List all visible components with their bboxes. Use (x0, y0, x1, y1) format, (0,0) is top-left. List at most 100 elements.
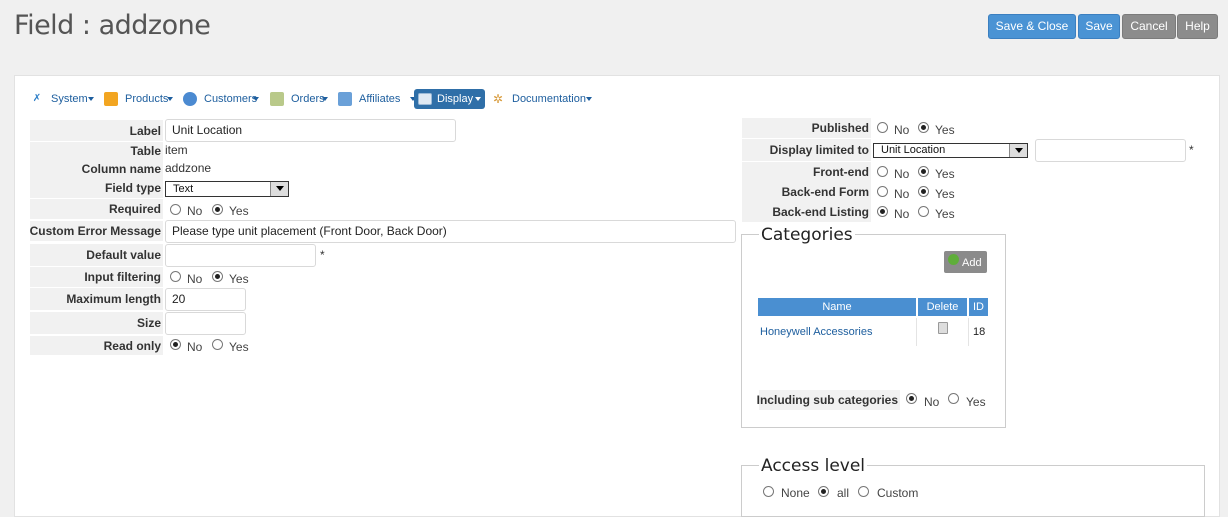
chevron-down-icon (586, 97, 592, 101)
size-field-label: Size (30, 312, 163, 334)
including-sub-no-label: No (924, 395, 940, 409)
column-name-field-label: Column name (30, 160, 163, 178)
backend-listing-no-label: No (894, 207, 910, 221)
frontend-yes-radio[interactable] (918, 166, 929, 177)
frontend-field-label: Front-end (742, 162, 871, 182)
access-all-radio[interactable] (818, 486, 829, 497)
menu-orders[interactable]: Orders (270, 89, 330, 109)
categories-header-id: ID (969, 298, 988, 316)
display-limited-selected: Unit Location (881, 144, 946, 156)
including-sub-field-label: Including sub categories (757, 390, 900, 410)
backend-listing-no-radio[interactable] (877, 206, 888, 217)
chevron-down-icon (253, 97, 259, 101)
access-level-legend: Access level (759, 456, 868, 476)
add-category-label: Add (962, 257, 982, 269)
access-custom-radio[interactable] (858, 486, 869, 497)
page-title: Field : addzone (14, 10, 211, 41)
display-limited-select[interactable]: Unit Location (873, 143, 1028, 158)
read-only-no-radio[interactable] (170, 339, 181, 350)
default-value-input[interactable] (165, 244, 316, 267)
size-input[interactable] (165, 312, 246, 335)
input-filtering-no-radio[interactable] (170, 271, 181, 282)
required-yes-label: Yes (229, 204, 249, 218)
frontend-no-label: No (894, 167, 910, 181)
backend-listing-yes-label: Yes (935, 207, 955, 221)
chevron-down-icon (167, 97, 173, 101)
menu-products[interactable]: Products (104, 89, 174, 109)
maximum-length-input[interactable]: 20 (165, 288, 246, 311)
access-custom-label: Custom (877, 486, 919, 500)
maximum-length-field-label: Maximum length (30, 288, 163, 310)
access-none-label: None (781, 486, 810, 500)
menu-display-label: Display (437, 93, 474, 105)
frontend-yes-label: Yes (935, 167, 955, 181)
menu-affiliates[interactable]: Affiliates (338, 89, 416, 109)
categories-legend: Categories (759, 225, 855, 245)
backend-form-yes-radio[interactable] (918, 186, 929, 197)
help-button[interactable]: Help (1177, 14, 1218, 39)
required-no-label: No (187, 204, 203, 218)
input-filtering-yes-radio[interactable] (212, 271, 223, 282)
input-filtering-no-label: No (187, 272, 203, 286)
field-type-selected: Text (173, 183, 194, 195)
menu-customers-label: Customers (204, 93, 258, 105)
backend-form-field-label: Back-end Form (742, 182, 871, 202)
required-yes-radio[interactable] (212, 204, 223, 215)
people-icon (338, 92, 352, 106)
read-only-no-label: No (187, 340, 203, 354)
box-icon (104, 92, 118, 106)
menu-system-label: System (51, 93, 88, 105)
cancel-button[interactable]: Cancel (1122, 14, 1176, 39)
including-sub-yes-label: Yes (966, 395, 986, 409)
table-divider (916, 318, 917, 346)
table-divider (968, 318, 969, 346)
published-no-label: No (894, 123, 910, 137)
backend-form-no-label: No (894, 187, 910, 201)
published-yes-label: Yes (935, 123, 955, 137)
menu-system[interactable]: ✗ System (30, 89, 96, 109)
display-limited-extra-input[interactable] (1035, 139, 1186, 162)
add-category-button[interactable]: Add (944, 251, 987, 273)
including-sub-yes-radio[interactable] (948, 393, 959, 404)
read-only-yes-radio[interactable] (212, 339, 223, 350)
menu-display[interactable]: Display (414, 89, 485, 109)
default-value-field-label: Default value (30, 244, 163, 266)
menu-documentation[interactable]: ✲ Documentation (491, 89, 593, 109)
chevron-down-icon (475, 97, 481, 101)
access-none-radio[interactable] (763, 486, 774, 497)
category-row-id: 18 (973, 326, 986, 338)
label-field-label: Label (30, 120, 163, 141)
categories-header-delete: Delete (918, 298, 967, 316)
published-no-radio[interactable] (877, 122, 888, 133)
clipboard-icon (270, 92, 284, 106)
chevron-down-icon (1009, 144, 1027, 157)
backend-listing-yes-radio[interactable] (918, 206, 929, 217)
trash-icon[interactable] (938, 322, 948, 334)
save-button[interactable]: Save (1078, 14, 1120, 39)
read-only-yes-label: Yes (229, 340, 249, 354)
required-no-radio[interactable] (170, 204, 181, 215)
backend-listing-field-label: Back-end Listing (742, 202, 871, 222)
menu-customers[interactable]: Customers (183, 89, 261, 109)
custom-error-field-label: Custom Error Message (30, 221, 163, 241)
wrench-icon: ✗ (32, 93, 42, 104)
backend-form-no-radio[interactable] (877, 186, 888, 197)
including-sub-no-radio[interactable] (906, 393, 917, 404)
field-type-select[interactable]: Text (165, 181, 289, 197)
menu-products-label: Products (125, 93, 169, 105)
plus-icon (948, 254, 959, 265)
custom-error-input[interactable]: Please type unit placement (Front Door, … (165, 220, 736, 243)
input-filtering-field-label: Input filtering (30, 267, 163, 287)
published-yes-radio[interactable] (918, 122, 929, 133)
users-icon (183, 92, 197, 106)
published-field-label: Published (742, 118, 871, 138)
save-close-button[interactable]: Save & Close (988, 14, 1076, 39)
field-type-field-label: Field type (30, 178, 163, 198)
label-input[interactable]: Unit Location (165, 119, 456, 142)
frontend-no-radio[interactable] (877, 166, 888, 177)
category-row-name-link[interactable]: Honeywell Accessories (760, 318, 873, 346)
display-limited-field-label: Display limited to (742, 139, 871, 161)
monitor-icon (418, 93, 432, 105)
read-only-field-label: Read only (30, 336, 163, 355)
table-value: item (165, 143, 188, 157)
